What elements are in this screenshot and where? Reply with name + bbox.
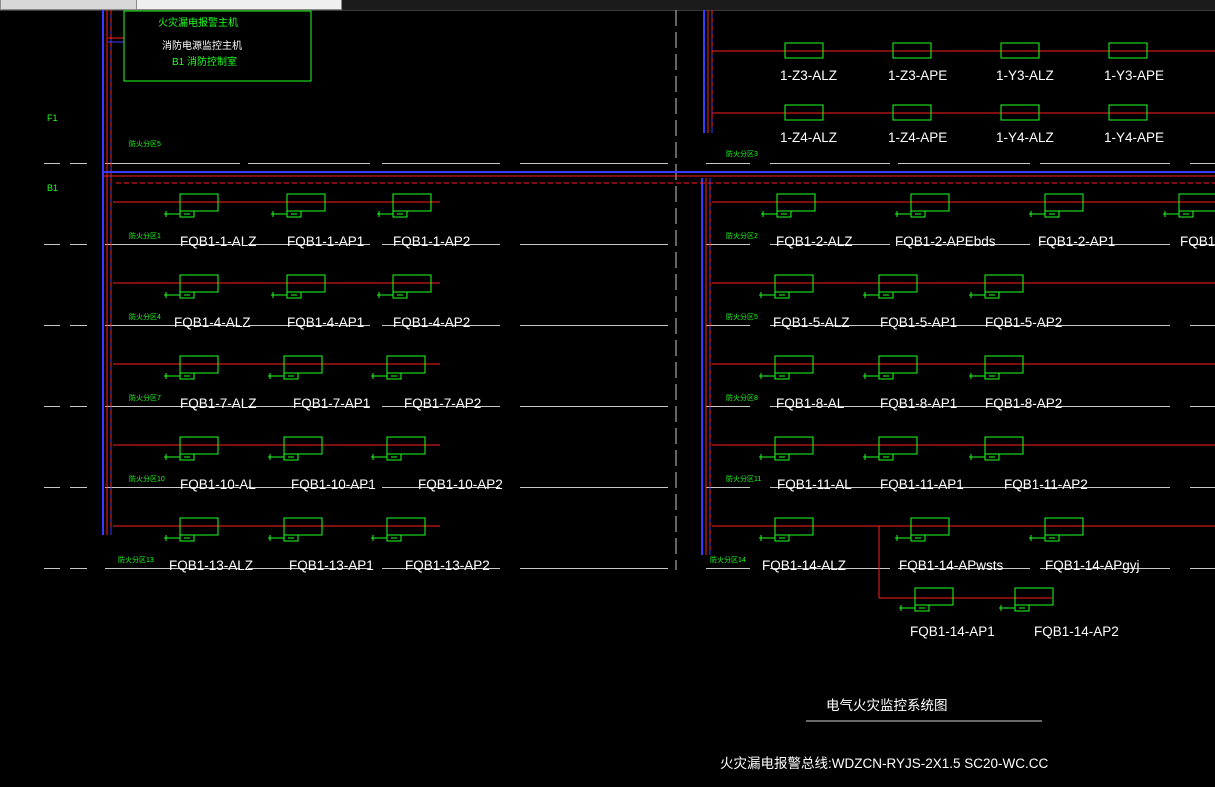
panel-label: FQB1-7-ALZ [180, 396, 257, 411]
panel-label: FQB1-1-AP2 [393, 234, 470, 249]
alarm-host-title: 火灾漏电报警主机 [158, 16, 238, 29]
zone-label: 防火分区8 [726, 393, 758, 402]
zone-label: 防火分区7 [129, 393, 161, 402]
zone-label: 防火分区5 [726, 312, 758, 321]
panel-label: FQB1-14-ALZ [762, 558, 846, 573]
distribution-box[interactable] [914, 587, 954, 606]
cad-drawing-canvas[interactable]: 火灾漏电报警主机 消防电源监控主机 B1 消防控制室 F1 B1 防火分区5 防… [0, 10, 1215, 787]
panel-label: FQB1-2-AP1 [1038, 234, 1115, 249]
panel-label: FQB1-8-AL [776, 396, 845, 411]
zone-label: 防火分区11 [726, 474, 761, 483]
document-tab-1[interactable] [0, 0, 137, 10]
panel-label: FQB1-4-ALZ [174, 315, 251, 330]
panel-label: FQB1-14-AP1 [910, 624, 995, 639]
document-tab-2[interactable] [136, 0, 342, 10]
panel-label: FQB1-13-ALZ [169, 558, 253, 573]
panel-label: FQB1-1-ALZ [180, 234, 257, 249]
panel-label: FQB1-10-AP1 [291, 477, 376, 492]
panel-label: FQB1-2-ALZ [776, 234, 853, 249]
panel-label: FQB1-13-AP2 [405, 558, 490, 573]
monitor-host-title: 消防电源监控主机 [162, 39, 242, 52]
zone-label: 防火分区13 [118, 555, 154, 564]
panel-label: FQB1-10-AP2 [418, 477, 503, 492]
panel-label: FQB1-10-AL [180, 477, 256, 492]
panel-label: 1-Z3-APE [888, 68, 947, 83]
zone-label: 防火分区2 [726, 231, 758, 240]
panel-label: FQB1- [1180, 234, 1215, 249]
panel-label: FQB1-14-APgyj [1045, 558, 1140, 573]
panel-label: 1-Y3-APE [1104, 68, 1164, 83]
panel-label: FQB1-4-AP2 [393, 315, 470, 330]
panel-label: FQB1-5-AP2 [985, 315, 1062, 330]
zone-label: 防火分区10 [129, 474, 165, 483]
panel-label: 1-Z3-ALZ [780, 68, 837, 83]
zone-label: 防火分区5 [129, 139, 161, 148]
cable-note: 火灾漏电报警总线:WDZCN-RYJS-2X1.5 SC20-WC.CC [720, 755, 1049, 771]
panel-label: FQB1-1-AP1 [287, 234, 364, 249]
panel-label: FQB1-14-APwsts [899, 558, 1004, 573]
panel-label: FQB1-5-AP1 [880, 315, 957, 330]
panel-label: FQB1-13-AP1 [289, 558, 374, 573]
panel-label: FQB1-14-AP2 [1034, 624, 1119, 639]
host-location: B1 消防控制室 [172, 55, 237, 68]
panel-label: FQB1-2-APEbds [895, 234, 996, 249]
panel-label: FQB1-8-AP1 [880, 396, 957, 411]
zone-label: 防火分区14 [710, 555, 746, 564]
panel-label: 1-Z4-APE [888, 130, 947, 145]
floor-label-b1: B1 [47, 183, 58, 193]
zone-label: 防火分区3 [726, 149, 758, 158]
panel-label: FQB1-11-AP1 [880, 477, 964, 492]
panel-label: 1-Z4-ALZ [780, 130, 837, 145]
panel-label: FQB1-11-AP2 [1004, 477, 1088, 492]
zone-label: 防火分区4 [129, 312, 161, 321]
panel-label: 1-Y4-ALZ [996, 130, 1054, 145]
panel-label: FQB1-5-ALZ [773, 315, 850, 330]
panel-label: 1-Y3-ALZ [996, 68, 1054, 83]
panel-label: FQB1-4-AP1 [287, 315, 364, 330]
panel-label: 1-Y4-APE [1104, 130, 1164, 145]
panel-label: FQB1-7-AP1 [293, 396, 370, 411]
zone-label: 防火分区1 [129, 231, 161, 240]
diagram-title: 电气火灾监控系统图 [826, 697, 948, 713]
floor-label-f1: F1 [47, 113, 58, 123]
panel-label: FQB1-11-AL [777, 477, 852, 492]
panel-label: FQB1-7-AP2 [404, 396, 481, 411]
distribution-box[interactable] [1014, 587, 1054, 606]
panel-label: FQB1-8-AP2 [985, 396, 1062, 411]
